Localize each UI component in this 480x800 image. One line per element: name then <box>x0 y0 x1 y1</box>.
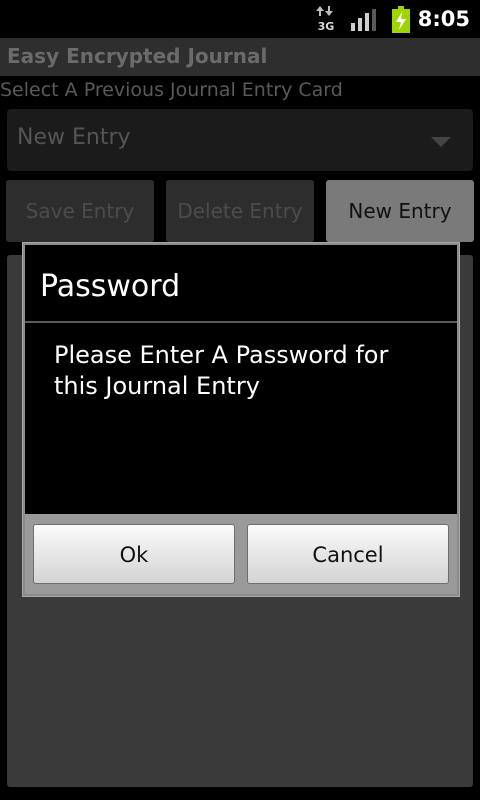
entry-card-spinner[interactable]: New Entry <box>7 109 473 171</box>
new-entry-button[interactable]: New Entry <box>326 180 474 242</box>
entry-select-label: Select A Previous Journal Entry Card <box>0 79 343 101</box>
dialog-body: Please Enter A Password for this Journal… <box>25 323 457 573</box>
save-entry-button[interactable]: Save Entry <box>6 180 154 242</box>
dialog-title: Password <box>40 269 181 304</box>
battery-charging-icon <box>392 6 410 33</box>
cancel-button[interactable]: Cancel <box>247 524 449 584</box>
delete-entry-label: Delete Entry <box>177 199 303 223</box>
signal-strength-icon <box>351 9 376 31</box>
save-entry-label: Save Entry <box>25 199 135 223</box>
app-title-bar: Easy Encrypted Journal <box>0 38 480 76</box>
dialog-button-bar: Ok Cancel <box>25 514 457 594</box>
new-entry-label: New Entry <box>348 199 452 223</box>
data-activity-3g-icon: 3G <box>316 6 335 32</box>
dialog-message: Please Enter A Password for this Journal… <box>54 341 389 400</box>
network-type-label: 3G <box>318 20 335 32</box>
password-dialog: Password Please Enter A Password for thi… <box>22 242 460 597</box>
delete-entry-button[interactable]: Delete Entry <box>166 180 314 242</box>
dropdown-arrow-icon <box>431 137 451 147</box>
spinner-selected-value: New Entry <box>17 125 131 150</box>
ok-button[interactable]: Ok <box>33 524 235 584</box>
status-clock: 8:05 <box>417 7 470 31</box>
status-bar: 3G 8:05 <box>0 0 480 38</box>
dialog-title-area: Password <box>25 245 457 321</box>
app-title: Easy Encrypted Journal <box>7 44 268 68</box>
